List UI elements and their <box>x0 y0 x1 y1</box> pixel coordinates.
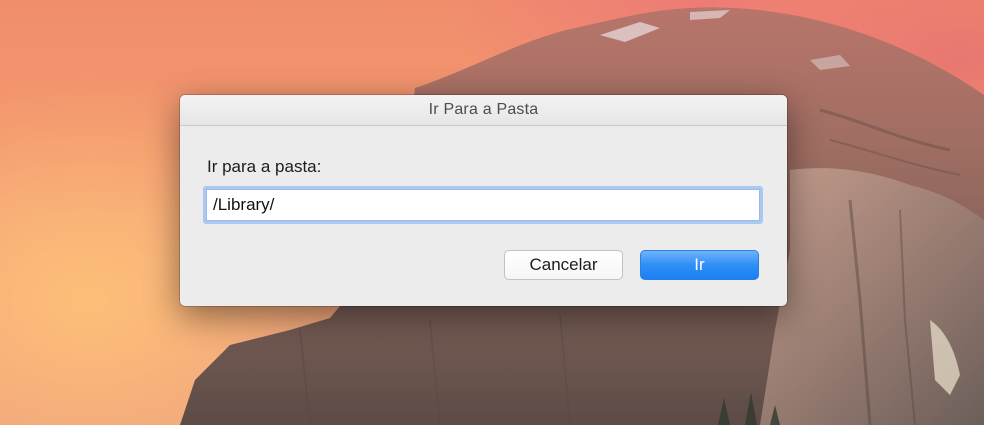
desktop: Ir Para a Pasta Ir para a pasta: Cancela… <box>0 0 984 425</box>
folder-path-label: Ir para a pasta: <box>207 157 322 176</box>
go-button[interactable]: Ir <box>640 250 759 280</box>
dialog-title: Ir Para a Pasta <box>180 95 787 126</box>
go-to-folder-dialog: Ir Para a Pasta Ir para a pasta: Cancela… <box>180 95 787 306</box>
cancel-button[interactable]: Cancelar <box>504 250 623 280</box>
folder-path-input[interactable] <box>206 189 760 221</box>
